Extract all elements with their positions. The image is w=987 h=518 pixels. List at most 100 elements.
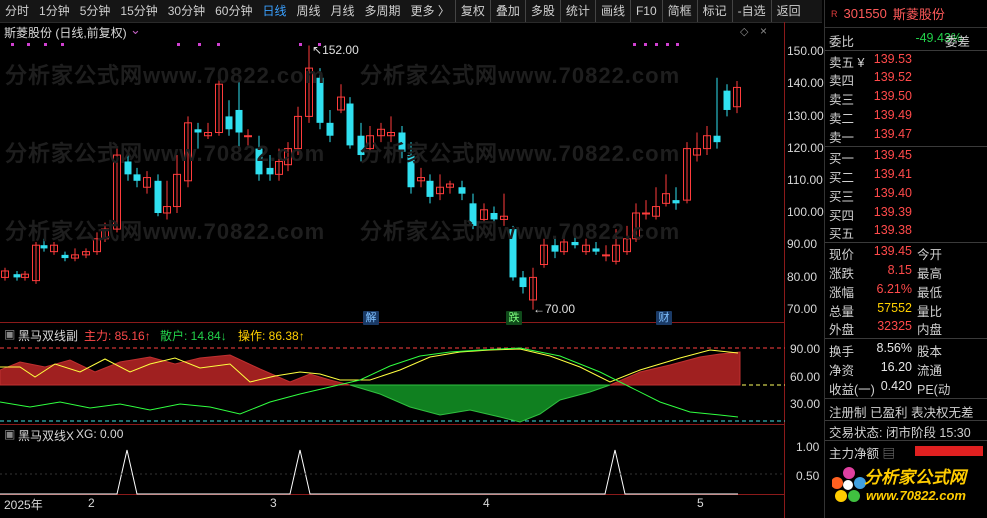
toolbar-item-watchlist[interactable]: -自选 [731, 0, 771, 22]
candle-body-down [235, 109, 243, 133]
toolbar-item-mark[interactable]: 标记 [696, 0, 732, 22]
toolbar-item-1min[interactable]: 1分钟 [34, 0, 75, 22]
x-tick-label: 2 [88, 496, 95, 510]
buy-price: 139.38 [873, 223, 912, 237]
toolbar-item-15min[interactable]: 15分钟 [115, 0, 162, 22]
candle-body-down [154, 180, 162, 213]
stat-label: 现价 [829, 248, 855, 262]
sell-row[interactable]: 卖五 ¥ 139.53 [825, 51, 987, 70]
indicator1-name[interactable]: 黑马双线副 [18, 327, 78, 344]
candle-body-down [426, 180, 434, 197]
toolbar-item-intraday[interactable]: 分时 [0, 0, 34, 22]
toolbar-item-back[interactable]: 返回 [770, 0, 806, 22]
collapse-icon[interactable]: ▣ [4, 327, 15, 341]
sell-row[interactable]: 卖四 139.52 [825, 69, 987, 88]
buy-label: 买一 [829, 152, 855, 166]
stat-value: 0.420 [880, 379, 912, 393]
stat-value: 57552 [877, 301, 912, 315]
stat-row: 涨幅 6.21% 最低 [825, 281, 987, 300]
logo-text: 分析家公式网 [864, 468, 966, 487]
kline-chart[interactable] [0, 22, 822, 518]
sell-label: 卖一 [829, 131, 855, 145]
r-badge: R [831, 8, 838, 19]
toolbar-item-multi-stock[interactable]: 多股 [524, 0, 560, 22]
divider [825, 338, 987, 339]
stat-row: 收益(一) 0.420 PE(动 [825, 378, 987, 397]
flower-logo-icon [832, 467, 866, 502]
toolbar-item-5min[interactable]: 5分钟 [75, 0, 116, 22]
buy-label: 买五 [829, 227, 855, 241]
quote-header: R 301550 斯菱股份 [825, 0, 987, 28]
sell-price: 139.53 [873, 52, 912, 66]
signal-dot [633, 43, 636, 46]
y-tick-label: 70.00 [787, 302, 818, 316]
toolbar-item-60min[interactable]: 60分钟 [210, 0, 257, 22]
close-icon[interactable]: × [760, 24, 767, 38]
stat-label: 外盘 [829, 323, 855, 337]
toolbar-item-multi-period[interactable]: 多周期 [360, 0, 406, 22]
buy-row[interactable]: 买一 139.45 [825, 147, 987, 166]
buy-price: 139.40 [873, 186, 912, 200]
candle-body-up [602, 254, 610, 257]
sell-row[interactable]: 卖一 139.47 [825, 126, 987, 145]
toolbar-item-30min[interactable]: 30分钟 [163, 0, 210, 22]
toolbar-item-adjust[interactable]: 复权 [454, 0, 490, 22]
site-logo: 分析家公式网 www.70822.com [832, 459, 982, 515]
ind2-y-tick: 1.00 [796, 440, 820, 454]
stat-row: 换手 8.56% 股本 [825, 340, 987, 359]
stat-value: 8.56% [876, 341, 912, 355]
event-tag-finance[interactable]: 财 [656, 311, 672, 325]
event-tag-drop[interactable]: 跌 [506, 311, 522, 325]
stat-value: 6.21% [876, 282, 912, 296]
toolbar-item-more[interactable]: 更多 〉 [406, 0, 455, 22]
indicator1-main-value: 主力: 85.16↑ [84, 329, 151, 343]
panel-divider [0, 424, 785, 425]
indicator2-name[interactable]: 黑马双线X [18, 427, 74, 444]
toolbar-item-f10[interactable]: F10 [629, 0, 662, 22]
toolbar-item-simple-frame[interactable]: 简框 [661, 0, 697, 22]
stat-label: 收益(一) [829, 383, 875, 397]
toolbar-item-monthly[interactable]: 月线 [326, 0, 360, 22]
toolbar-item-stats[interactable]: 统计 [559, 0, 595, 22]
ind1-main-area [0, 354, 351, 386]
candle-body-down [458, 187, 466, 194]
candle-body-down [346, 103, 354, 146]
collapse-icon[interactable]: ▣ [4, 427, 15, 441]
x-tick-label: 3 [270, 496, 277, 510]
webi-row: 委比 -49.43% 委差 [825, 30, 987, 49]
indicator2-xg-value: XG: 0.00 [76, 427, 124, 441]
buy-row[interactable]: 买五 139.38 [825, 222, 987, 241]
sell-row[interactable]: 卖三 139.50 [825, 88, 987, 107]
axis-divider [784, 22, 785, 518]
toolbar-item-draw[interactable]: 画线 [594, 0, 630, 22]
candle-body-down [592, 248, 600, 252]
y-tick-label: 150.00 [787, 44, 824, 58]
chevron-down-icon[interactable]: ⌄ [130, 22, 141, 38]
toolbar-item-weekly[interactable]: 周线 [291, 0, 325, 22]
stat-label2: PE(动 [917, 383, 951, 397]
buy-label: 买三 [829, 190, 855, 204]
candle-body-down [133, 174, 141, 181]
signal-dot [655, 43, 658, 46]
buy-row[interactable]: 买四 139.39 [825, 204, 987, 223]
sell-row[interactable]: 卖二 139.49 [825, 107, 987, 126]
sell-price: 139.50 [873, 89, 912, 103]
stat-label2: 今开 [917, 248, 943, 262]
watermark-text: 分析家公式网www.70822.com [360, 219, 681, 244]
buy-row[interactable]: 买二 139.41 [825, 166, 987, 185]
sell-price: 139.52 [873, 70, 912, 84]
toolbar-item-overlay[interactable]: 叠加 [489, 0, 525, 22]
signal-dot [217, 43, 220, 46]
xg-signal-line [0, 449, 738, 495]
candle-body-down [551, 245, 559, 252]
event-tag-unlock[interactable]: 解 [363, 311, 379, 325]
diamond-icon[interactable]: ◇ [740, 25, 748, 38]
y-tick-label: 140.00 [787, 76, 824, 90]
watermark-text: 分析家公式网www.70822.com [5, 141, 326, 166]
indicator1-op-value: 操作: 86.38↑ [238, 329, 305, 343]
buy-row[interactable]: 买三 139.40 [825, 185, 987, 204]
signal-dot [11, 43, 14, 46]
toolbar-item-daily[interactable]: 日线 [257, 0, 291, 22]
ind1-y-tick: 60.00 [790, 370, 821, 384]
stat-label2: 流通 [917, 364, 943, 378]
